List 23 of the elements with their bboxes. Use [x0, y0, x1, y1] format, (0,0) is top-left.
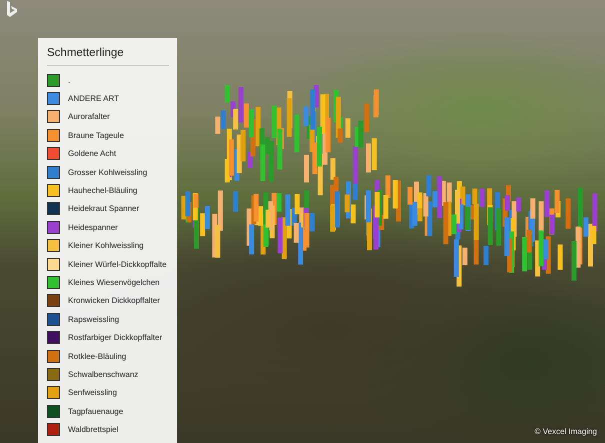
- legend-label: Waldbrettspiel: [68, 425, 118, 434]
- legend-label: Grosser Kohlweissling: [68, 168, 148, 177]
- legend-label: Heidespanner: [68, 222, 118, 232]
- logo-icon: [6, 0, 18, 18]
- legend-label: Goldene Acht: [68, 149, 116, 158]
- legend-label: Senfweissling: [68, 388, 117, 398]
- legend-label: Kleines Wiesenvögelchen: [68, 278, 160, 287]
- legend-title: Schmetterlinge: [47, 47, 169, 66]
- legend-label: Rotklee-Bläuling: [68, 352, 126, 361]
- legend-label: Tagpfauenauge: [68, 406, 124, 416]
- legend-label: Kronwicken Dickkopffalter: [68, 296, 160, 306]
- legend-label: ANDERE ART: [68, 94, 119, 104]
- legend-label: Kleiner Würfel-Dickkopffalte: [68, 260, 167, 269]
- legend-label: Kleiner Kohlweissling: [68, 241, 144, 250]
- legend-label: Rostfarbiger Dickkopffalter: [68, 333, 162, 342]
- legend-label: Rapsweissling: [68, 314, 120, 324]
- legend-label: Hauhechel-Bläuling: [68, 186, 138, 196]
- legend-label: Schwalbenschwanz: [68, 370, 138, 379]
- legend-label: .: [68, 76, 70, 85]
- legend-label: Braune Tageule: [68, 130, 124, 140]
- attribution-text: © Vexcel Imaging: [534, 427, 597, 436]
- legend-label: Heidekraut Spanner: [68, 204, 140, 214]
- legend-label: Aurorafalter: [68, 112, 110, 122]
